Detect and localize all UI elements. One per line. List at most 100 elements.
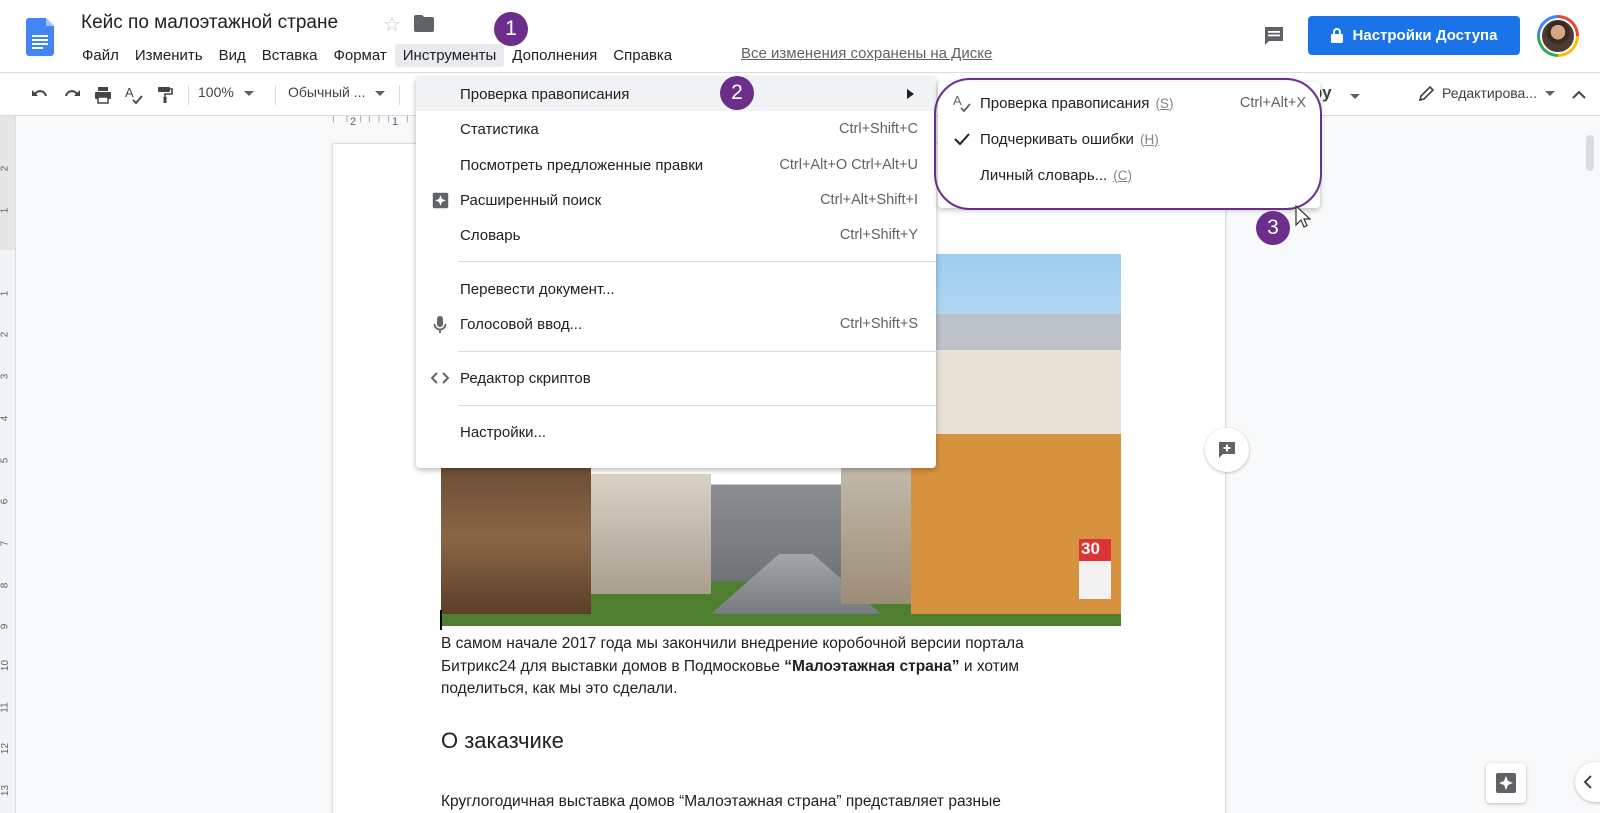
menu-addons[interactable]: Дополнения (504, 44, 605, 67)
chevron-down-icon (243, 90, 254, 96)
spellcheck-icon: A (952, 93, 972, 113)
menu-item-word-count[interactable]: Статистика Ctrl+Shift+C (416, 112, 936, 146)
chevron-down-icon (375, 90, 386, 96)
menu-item-shortcut: Ctrl+Shift+Y (839, 227, 918, 243)
document-paragraph[interactable]: Круглогодичная выставка домов “Малоэтажн… (441, 793, 1001, 811)
redo-icon[interactable] (60, 83, 84, 107)
menu-divider (458, 261, 936, 262)
photo-sign-text: 30 (1081, 539, 1100, 558)
ruler-tick: 2 (0, 331, 11, 338)
spellcheck-submenu: A Проверка правописания (S) Ctrl+Alt+X По… (938, 82, 1320, 208)
submenu-item-spellcheck[interactable]: A Проверка правописания (S) Ctrl+Alt+X (938, 86, 1320, 120)
menu-item-dictionary[interactable]: Словарь Ctrl+Shift+Y (416, 218, 936, 252)
menu-item-translate-document[interactable]: Перевести документ... (416, 272, 936, 306)
ruler-tick: 6 (0, 498, 11, 505)
chevron-down-icon (1544, 90, 1555, 96)
menu-item-explore[interactable]: Расширенный поиск Ctrl+Alt+Shift+I (416, 183, 936, 217)
menu-item-shortcut: Ctrl+Shift+C (839, 121, 918, 137)
vertical-ruler[interactable]: 2 1 1 2 3 4 5 6 7 8 9 10 11 12 13 (0, 116, 16, 813)
print-icon[interactable] (91, 83, 115, 107)
menu-item-shortcut: Ctrl+Shift+S (839, 316, 918, 332)
check-icon (952, 129, 972, 149)
document-heading[interactable]: О заказчике (441, 728, 564, 754)
menu-item-label: Голосовой ввод... (460, 315, 583, 333)
folder-icon[interactable] (414, 15, 434, 32)
menu-view[interactable]: Вид (211, 44, 254, 67)
ruler-tick: 1 (392, 116, 399, 128)
add-comment-icon (1219, 442, 1235, 458)
undo-icon[interactable] (28, 83, 52, 107)
annotation-badge: 2 (720, 76, 754, 110)
paragraph-style-select[interactable]: Обычный ... (288, 84, 386, 100)
menu-help[interactable]: Справка (605, 44, 680, 67)
ruler-tick: 5 (0, 457, 11, 464)
mic-icon (430, 314, 450, 334)
menu-item-preferences[interactable]: Настройки... (416, 415, 936, 449)
text-cursor (440, 610, 442, 630)
menu-format[interactable]: Формат (325, 44, 394, 67)
spellcheck-icon[interactable]: A (122, 83, 146, 107)
svg-text:A: A (125, 85, 134, 100)
side-panel-toggle[interactable] (1575, 762, 1600, 802)
lock-icon (1330, 28, 1343, 43)
ruler-tick: 3 (0, 373, 11, 380)
ruler-tick: 12 (0, 742, 12, 755)
explore-icon (1496, 773, 1516, 793)
menu-item-shortcut: Ctrl+Alt+O Ctrl+Alt+U (779, 157, 918, 173)
document-paragraph[interactable]: В самом начале 2017 года мы закончили вн… (441, 633, 1091, 701)
menu-item-label: Словарь (460, 226, 521, 244)
menu-item-script-editor[interactable]: Редактор скриптов (416, 361, 936, 395)
saved-status-link[interactable]: Все изменения сохранены на Диске (741, 45, 992, 62)
ruler-tick: 2 (0, 165, 11, 172)
submenu-item-personal-dictionary[interactable]: Личный словарь... (С) (938, 158, 1320, 192)
star-icon[interactable]: ☆ (383, 12, 401, 37)
explore-button[interactable] (1486, 763, 1526, 803)
paint-format-icon[interactable] (153, 83, 177, 107)
menu-item-spellcheck[interactable]: Проверка правописания (416, 77, 936, 111)
menu-item-voice-typing[interactable]: Голосовой ввод... Ctrl+Shift+S (416, 307, 936, 341)
menu-item-label: Проверка правописания (460, 85, 630, 103)
menu-divider (458, 405, 936, 406)
ruler-tick: 1 (0, 207, 11, 214)
google-docs-logo-icon[interactable] (26, 18, 54, 56)
zoom-select[interactable]: 100% (198, 84, 254, 100)
submenu-item-shortcut: Ctrl+Alt+X (1239, 95, 1306, 111)
menu-insert[interactable]: Вставка (254, 44, 326, 67)
ruler-tick: 8 (0, 582, 11, 589)
submenu-item-hint: (Н) (1139, 131, 1159, 147)
ruler-tick: 13 (0, 784, 12, 797)
toolbar-divider (188, 85, 189, 105)
share-button[interactable]: Настройки Доступа (1308, 16, 1520, 55)
menu-item-label: Настройки... (460, 423, 547, 441)
add-comment-button[interactable] (1205, 428, 1249, 472)
document-title[interactable]: Кейс по малоэтажной стране (81, 12, 338, 34)
scrollbar[interactable] (1586, 135, 1594, 171)
toolbar-divider (399, 85, 400, 105)
chevron-down-icon[interactable] (1350, 94, 1360, 99)
tools-menu: Проверка правописания Статистика Ctrl+Sh… (416, 77, 936, 468)
header: Кейс по малоэтажной стране ☆ Файл Измени… (0, 0, 1600, 72)
avatar[interactable] (1537, 15, 1579, 57)
editing-mode-label: Редактирова... (1442, 85, 1537, 101)
toolbar-divider (275, 85, 276, 105)
comment-history-icon[interactable] (1262, 24, 1286, 48)
chevron-up-icon[interactable] (1567, 83, 1591, 107)
explore-icon (430, 190, 450, 210)
menu-item-label: Перевести документ... (460, 280, 615, 298)
submenu-arrow-icon (907, 89, 914, 99)
paragraph-bold-text: “Малоэтажная страна” (784, 657, 960, 675)
menu-item-label: Расширенный поиск (460, 191, 602, 209)
menu-tools[interactable]: Инструменты (394, 43, 505, 67)
code-icon (430, 368, 450, 388)
photo-house (441, 464, 591, 614)
ruler-tick: 4 (0, 415, 11, 422)
editing-mode-select[interactable]: Редактирова... (1418, 84, 1555, 102)
menu-edit[interactable]: Изменить (127, 44, 211, 67)
ruler-tick: 9 (0, 623, 11, 630)
menu-file[interactable]: Файл (74, 44, 127, 67)
submenu-item-underline-errors[interactable]: Подчеркивать ошибки (Н) (938, 122, 1320, 156)
menu-item-review-suggested-edits[interactable]: Посмотреть предложенные правки Ctrl+Alt+… (416, 148, 936, 182)
pencil-icon (1418, 85, 1435, 102)
annotation-badge: 1 (494, 12, 528, 46)
ruler-tick: 10 (0, 659, 12, 672)
